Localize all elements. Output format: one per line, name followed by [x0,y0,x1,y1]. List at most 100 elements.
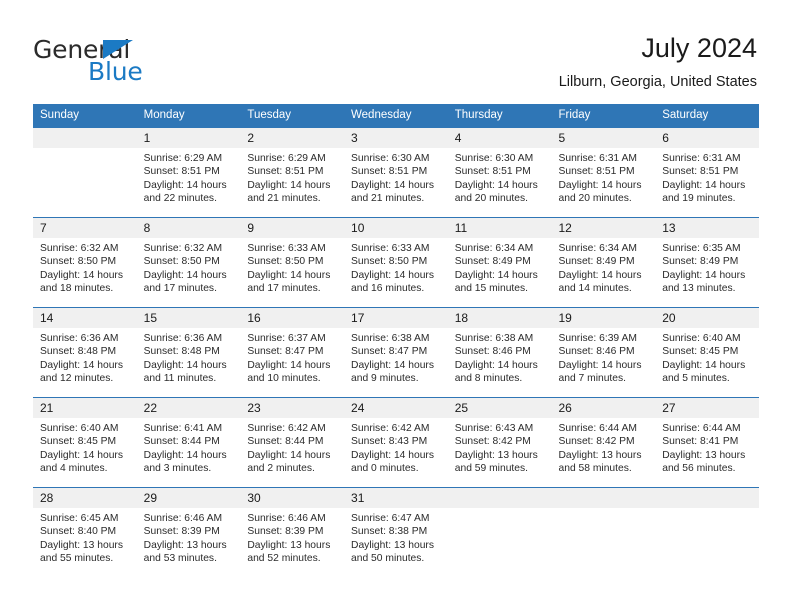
daylight-duration-line1: Daylight: 14 hours [351,359,435,371]
daylight-duration-line2: and 15 minutes. [454,283,529,295]
logo-text-blue: Blue [88,57,143,86]
calendar-day-cell[interactable]: 24 Sunrise: 6:42 AM Sunset: 8:43 PM Dayligh… [344,397,448,488]
sunrise-time: Sunrise: 6:33 AM [351,243,430,254]
day-number: 30 [240,488,345,508]
sunrise-sunset-calendar: Sunday Monday Tuesday Wednesday Thursday… [33,104,759,577]
calendar-day-cell[interactable]: 25 Sunrise: 6:43 AM Sunset: 8:42 PM Dayligh… [447,397,552,488]
calendar-day-cell[interactable]: 20 Sunrise: 6:40 AM Sunset: 8:45 PM Dayligh… [655,307,759,398]
day-cell-content: 7 Sunrise: 6:32 AM Sunset: 8:50 PM Daylight… [33,218,137,307]
calendar-day-cell[interactable]: 28 Sunrise: 6:45 AM Sunset: 8:40 PM Dayligh… [33,487,137,577]
daylight-duration-line1: Daylight: 14 hours [143,179,227,191]
calendar-day-cell[interactable]: 12 Sunrise: 6:34 AM Sunset: 8:49 PM Dayligh… [551,217,656,308]
daylight-duration-line2: and 13 minutes. [662,283,736,295]
calendar-day-cell[interactable]: 2 Sunrise: 6:29 AM Sunset: 8:51 PM Daylight… [240,127,345,218]
sunrise-time: Sunrise: 6:30 AM [351,153,430,164]
day-details: Sunrise: 6:32 AM Sunset: 8:50 PM Daylight:… [137,238,241,296]
calendar-day-cell[interactable]: 26 Sunrise: 6:44 AM Sunset: 8:42 PM Dayligh… [551,397,656,488]
sunset-time: Sunset: 8:42 PM [558,436,635,448]
sunset-time: Sunset: 8:48 PM [143,346,220,358]
calendar-day-cell[interactable]: 19 Sunrise: 6:39 AM Sunset: 8:46 PM Dayligh… [551,307,656,398]
daylight-duration-line1: Daylight: 14 hours [454,269,538,281]
sunset-time: Sunset: 8:49 PM [454,256,531,268]
daylight-duration-line1: Daylight: 14 hours [454,359,538,371]
day-cell-content: 23 Sunrise: 6:42 AM Sunset: 8:44 PM Dayligh… [240,398,345,487]
day-details: Sunrise: 6:31 AM Sunset: 8:51 PM Daylight:… [655,148,759,206]
day-details: Sunrise: 6:46 AM Sunset: 8:39 PM Daylight:… [240,508,344,566]
calendar-day-cell[interactable]: 14 Sunrise: 6:36 AM Sunset: 8:48 PM Dayligh… [33,307,137,398]
calendar-day-cell[interactable]: 31 Sunrise: 6:47 AM Sunset: 8:38 PM Dayligh… [344,487,448,577]
calendar-day-cell[interactable]: 23 Sunrise: 6:42 AM Sunset: 8:44 PM Dayligh… [240,397,345,488]
day-number: 23 [240,398,345,418]
day-number: 21 [33,398,137,418]
sunset-time: Sunset: 8:39 PM [143,526,220,538]
day-cell-content: 24 Sunrise: 6:42 AM Sunset: 8:43 PM Dayligh… [344,398,448,487]
daylight-duration-line1: Daylight: 13 hours [247,539,331,551]
day-number [33,128,137,148]
calendar-day-cell[interactable]: 22 Sunrise: 6:41 AM Sunset: 8:44 PM Dayligh… [136,397,241,488]
calendar-day-cell[interactable]: 16 Sunrise: 6:37 AM Sunset: 8:47 PM Dayligh… [240,307,345,398]
day-details: Sunrise: 6:32 AM Sunset: 8:50 PM Daylight:… [33,238,137,296]
day-details: Sunrise: 6:40 AM Sunset: 8:45 PM Daylight:… [33,418,137,476]
daylight-duration-line2: and 20 minutes. [558,193,632,205]
sunrise-time: Sunrise: 6:38 AM [351,333,430,344]
daylight-duration-line2: and 20 minutes. [454,193,529,205]
page-title: July 2024 [641,33,757,63]
day-details: Sunrise: 6:34 AM Sunset: 8:49 PM Daylight:… [551,238,655,296]
daylight-duration-line1: Daylight: 14 hours [40,359,123,371]
calendar-day-cell[interactable]: 17 Sunrise: 6:38 AM Sunset: 8:47 PM Dayligh… [344,307,448,398]
daylight-duration-line1: Daylight: 14 hours [351,449,435,461]
day-number: 4 [447,128,552,148]
daylight-duration-line1: Daylight: 13 hours [662,449,746,461]
calendar-day-cell[interactable]: 10 Sunrise: 6:33 AM Sunset: 8:50 PM Dayligh… [344,217,448,308]
day-cell-content: 3 Sunrise: 6:30 AM Sunset: 8:51 PM Daylight… [344,128,448,217]
day-details: Sunrise: 6:36 AM Sunset: 8:48 PM Daylight:… [33,328,137,386]
calendar-day-cell[interactable]: 5 Sunrise: 6:31 AM Sunset: 8:51 PM Daylight… [551,127,656,218]
calendar-week-row: 14 Sunrise: 6:36 AM Sunset: 8:48 PM Dayligh… [33,307,759,398]
calendar-day-cell[interactable]: 6 Sunrise: 6:31 AM Sunset: 8:51 PM Daylight… [655,127,759,218]
calendar-day-cell[interactable]: 11 Sunrise: 6:34 AM Sunset: 8:49 PM Dayligh… [447,217,552,308]
day-number: 15 [136,308,241,328]
day-details: Sunrise: 6:33 AM Sunset: 8:50 PM Daylight:… [344,238,448,296]
calendar-day-cell[interactable]: 15 Sunrise: 6:36 AM Sunset: 8:48 PM Dayligh… [136,307,241,398]
daylight-duration-line1: Daylight: 14 hours [662,359,746,371]
daylight-duration-line2: and 17 minutes. [143,283,217,295]
sunset-time: Sunset: 8:45 PM [40,436,117,448]
calendar-day-cell[interactable]: 8 Sunrise: 6:32 AM Sunset: 8:50 PM Daylight… [136,217,241,308]
day-number: 16 [240,308,345,328]
day-details: Sunrise: 6:36 AM Sunset: 8:48 PM Daylight:… [137,328,241,386]
day-details: Sunrise: 6:40 AM Sunset: 8:45 PM Daylight:… [655,328,759,386]
daylight-duration-line2: and 21 minutes. [351,193,425,205]
calendar-day-cell[interactable]: 30 Sunrise: 6:46 AM Sunset: 8:39 PM Dayligh… [240,487,345,577]
calendar-day-cell[interactable]: 18 Sunrise: 6:38 AM Sunset: 8:46 PM Dayligh… [447,307,552,398]
daylight-duration-line2: and 18 minutes. [40,283,114,295]
calendar-day-cell[interactable]: 13 Sunrise: 6:35 AM Sunset: 8:49 PM Dayligh… [655,217,759,308]
calendar-day-cell[interactable]: 9 Sunrise: 6:33 AM Sunset: 8:50 PM Daylight… [240,217,345,308]
day-details: Sunrise: 6:33 AM Sunset: 8:50 PM Daylight:… [240,238,344,296]
general-blue-logo[interactable]: General Blue [33,36,233,88]
calendar-day-cell[interactable]: 1 Sunrise: 6:29 AM Sunset: 8:51 PM Daylight… [136,127,241,218]
day-number: 11 [447,218,552,238]
calendar-day-cell[interactable]: 29 Sunrise: 6:46 AM Sunset: 8:39 PM Dayligh… [136,487,241,577]
daylight-duration-line2: and 5 minutes. [662,373,730,385]
daylight-duration-line1: Daylight: 14 hours [558,179,642,191]
day-details: Sunrise: 6:41 AM Sunset: 8:44 PM Daylight:… [137,418,241,476]
day-cell-content: 8 Sunrise: 6:32 AM Sunset: 8:50 PM Daylight… [136,218,241,307]
day-cell-content: 15 Sunrise: 6:36 AM Sunset: 8:48 PM Dayligh… [136,308,241,397]
sunrise-time: Sunrise: 6:44 AM [662,423,741,434]
daylight-duration-line1: Daylight: 13 hours [558,449,642,461]
sunset-time: Sunset: 8:47 PM [247,346,324,358]
calendar-day-cell[interactable]: 7 Sunrise: 6:32 AM Sunset: 8:50 PM Daylight… [33,217,137,308]
sunset-time: Sunset: 8:43 PM [351,436,428,448]
day-cell-content: 13 Sunrise: 6:35 AM Sunset: 8:49 PM Dayligh… [655,218,759,307]
calendar-day-cell[interactable]: 21 Sunrise: 6:40 AM Sunset: 8:45 PM Dayligh… [33,397,137,488]
sunrise-time: Sunrise: 6:42 AM [351,423,430,434]
calendar-day-cell[interactable]: 27 Sunrise: 6:44 AM Sunset: 8:41 PM Dayligh… [655,397,759,488]
sunset-time: Sunset: 8:50 PM [40,256,117,268]
calendar-day-cell[interactable]: 3 Sunrise: 6:30 AM Sunset: 8:51 PM Daylight… [344,127,448,218]
day-details: Sunrise: 6:38 AM Sunset: 8:47 PM Daylight:… [344,328,448,386]
calendar-day-cell[interactable]: 4 Sunrise: 6:30 AM Sunset: 8:51 PM Daylight… [447,127,552,218]
sunset-time: Sunset: 8:51 PM [558,166,635,178]
day-details: Sunrise: 6:43 AM Sunset: 8:42 PM Daylight:… [448,418,552,476]
calendar-week-row: 28 Sunrise: 6:45 AM Sunset: 8:40 PM Dayligh… [33,487,759,577]
day-cell-content: 6 Sunrise: 6:31 AM Sunset: 8:51 PM Daylight… [655,128,759,217]
